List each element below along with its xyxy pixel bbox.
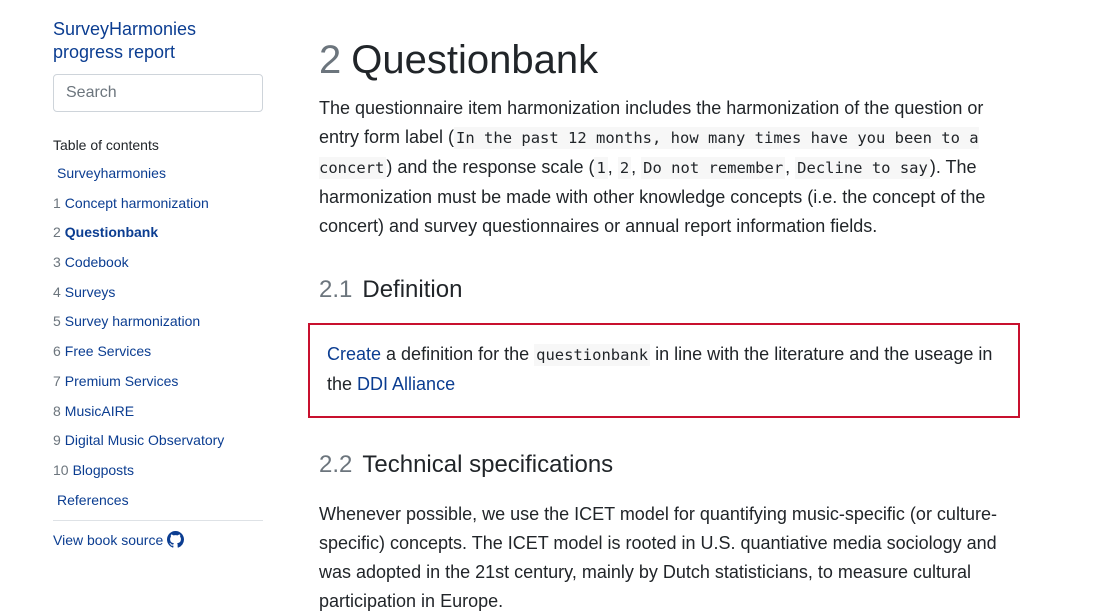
scale-code-dnr: Do not remember <box>641 157 786 179</box>
toc-item-number: 5 <box>53 313 61 330</box>
scale-code-decline: Decline to say <box>795 157 930 179</box>
chapter-number: 2 <box>319 38 342 82</box>
intro-text: , <box>607 157 618 177</box>
toc-item-surveyharmonies[interactable]: Surveyharmonies <box>53 164 263 194</box>
toc-item-number: 1 <box>53 194 61 211</box>
toc-divider <box>53 520 263 522</box>
toc-item-label: Concept harmonization <box>64 194 209 211</box>
toc-item-surveys[interactable]: 4 Surveys <box>53 283 263 313</box>
toc-item-survey-harmonization[interactable]: 5 Survey harmonization <box>53 312 263 342</box>
toc-item-label: Surveyharmonies <box>57 165 166 181</box>
toc-item-label: Free Services <box>64 343 152 360</box>
view-source-link[interactable]: View book source <box>53 531 185 548</box>
questionbank-code: questionbank <box>534 344 651 366</box>
github-icon <box>167 531 185 548</box>
page-title: 2 Questionbank <box>319 34 1009 86</box>
definition-callout: Create a definition for the questionbank… <box>308 323 1020 418</box>
view-source-label: View book source <box>53 531 164 548</box>
ddi-alliance-link[interactable]: DDI Alliance <box>357 374 455 394</box>
toc-item-label: Premium Services <box>64 372 179 389</box>
scale-code-1: 1 <box>594 157 608 179</box>
chapter-title: Questionbank <box>351 38 599 82</box>
toc-item-label: Questionbank <box>64 224 159 241</box>
scale-code-2: 2 <box>617 157 632 179</box>
book-title-line2: progress report <box>53 42 176 62</box>
intro-paragraph: The questionnaire item harmonization inc… <box>319 94 1009 241</box>
search-input[interactable] <box>53 74 263 112</box>
toc-item-label: Survey harmonization <box>64 313 201 330</box>
toc-item-number: 6 <box>53 343 61 360</box>
toc-item-number: 4 <box>53 283 61 300</box>
toc-item-musicaire[interactable]: 8 MusicAIRE <box>53 402 263 432</box>
intro-text: , <box>785 157 796 177</box>
section-number: 2.1 <box>319 276 353 303</box>
toc-item-references[interactable]: References <box>53 491 263 521</box>
toc-heading: Table of contents <box>53 137 159 153</box>
technical-paragraph: Whenever possible, we use the ICET model… <box>319 504 997 611</box>
toc-item-number: 2 <box>53 224 61 241</box>
section-title: Technical specifications <box>362 451 614 478</box>
toc-item-label: Codebook <box>64 254 129 271</box>
toc-item-label: MusicAIRE <box>64 402 135 419</box>
toc-item-label: References <box>57 491 129 508</box>
toc-list: Surveyharmonies 1 Concept harmonization 2… <box>53 164 263 520</box>
callout-text: a definition for the <box>381 344 535 364</box>
section-number: 2.2 <box>319 451 353 478</box>
toc-item-label: Digital Music Observatory <box>64 432 225 449</box>
toc-item-number: 3 <box>53 254 61 271</box>
toc-item-free-services[interactable]: 6 Free Services <box>53 342 263 372</box>
toc-item-number: 8 <box>53 402 61 419</box>
toc-item-number: 10 <box>53 461 69 478</box>
sidebar: SurveyHarmonies progress report Table of… <box>53 18 263 550</box>
toc-item-number: 9 <box>53 432 61 449</box>
toc-item-label: Surveys <box>64 283 116 300</box>
section-title: Definition <box>362 276 463 303</box>
toc-item-premium-services[interactable]: 7 Premium Services <box>53 372 263 402</box>
main-content: 2 Questionbank The questionnaire item har… <box>308 34 1020 616</box>
toc-item-label: Blogposts <box>72 461 135 478</box>
toc-item-questionbank[interactable]: 2 Questionbank <box>53 223 263 253</box>
toc-item-concept-harmonization[interactable]: 1 Concept harmonization <box>53 194 263 224</box>
intro-text: ) and the response scale ( <box>386 157 595 177</box>
book-title-line1: SurveyHarmonies <box>53 19 197 39</box>
toc-item-digital-music-observatory[interactable]: 9 Digital Music Observatory <box>53 431 263 461</box>
section-heading-definition: 2.1 Definition <box>319 275 1009 305</box>
intro-text: , <box>631 157 642 177</box>
section-heading-technical-specifications: 2.2 Technical specifications <box>319 450 1009 480</box>
toc-item-codebook[interactable]: 3 Codebook <box>53 253 263 283</box>
create-link[interactable]: Create <box>327 344 381 364</box>
toc-item-blogposts[interactable]: 10 Blogposts <box>53 461 263 491</box>
toc-item-number: 7 <box>53 372 61 389</box>
book-title-link[interactable]: SurveyHarmonies progress report <box>53 18 263 64</box>
